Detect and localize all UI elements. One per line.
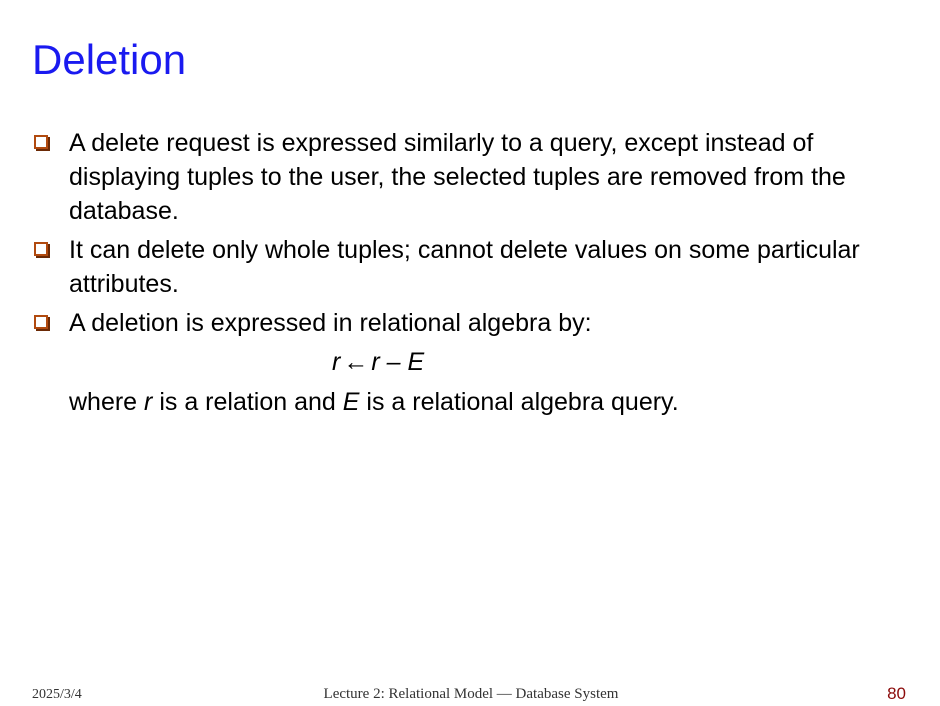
- left-arrow-icon: ←: [343, 348, 369, 376]
- bullet-list: A delete request is expressed similarly …: [32, 126, 912, 419]
- square-bullet-icon: [34, 135, 48, 149]
- where-text-3: is a relational algebra query.: [359, 388, 679, 416]
- where-var-e: E: [342, 388, 360, 416]
- page-number: 80: [887, 684, 906, 703]
- bullet-item-whole-tuples: It can delete only whole tuples; cannot …: [32, 233, 912, 301]
- formula-rhs: r – E: [371, 348, 425, 376]
- bullet-item-relational-algebra: A deletion is expressed in relational al…: [32, 306, 912, 340]
- footer-lecture-title: Lecture 2: Relational Model — Database S…: [0, 686, 940, 703]
- square-bullet-icon: [34, 242, 48, 256]
- deletion-formula: r ← r – E: [32, 345, 912, 379]
- formula-explanation: where r is a relation and E is a relatio…: [32, 385, 912, 419]
- square-bullet-icon: [34, 315, 48, 329]
- formula-lhs: r: [332, 348, 341, 376]
- bullet-text: A delete request is expressed similarly …: [69, 129, 846, 225]
- where-text-2: is a relation and: [152, 388, 343, 416]
- footer-lecture-text: Lecture 2: Relational Model — Database S…: [323, 686, 619, 702]
- bullet-text: A deletion is expressed in relational al…: [69, 309, 592, 337]
- bullet-text: It can delete only whole tuples; cannot …: [69, 236, 860, 298]
- slide-title: Deletion: [32, 36, 187, 83]
- where-text-1: where: [69, 388, 145, 416]
- bullet-item-delete-request: A delete request is expressed similarly …: [32, 126, 912, 228]
